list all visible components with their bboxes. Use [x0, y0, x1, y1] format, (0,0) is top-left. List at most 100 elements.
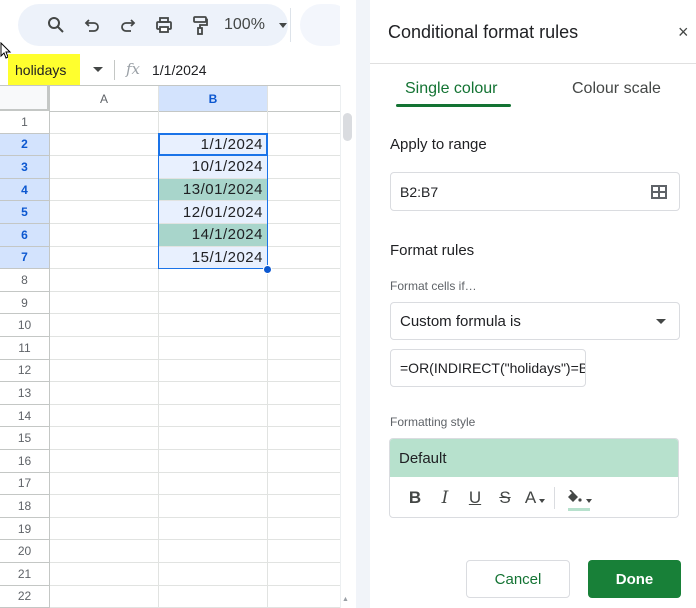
bold-button[interactable]: B: [400, 483, 430, 513]
row-header[interactable]: 2: [0, 133, 50, 157]
row-header[interactable]: 14: [0, 404, 50, 428]
cell-b[interactable]: [159, 450, 268, 473]
row-header[interactable]: 19: [0, 517, 50, 541]
column-header-c[interactable]: [268, 86, 340, 112]
cell-a[interactable]: [50, 133, 159, 157]
undo-button[interactable]: [74, 9, 110, 41]
cell-b[interactable]: [159, 291, 268, 315]
cell-c[interactable]: [268, 382, 340, 405]
cell-b[interactable]: [159, 517, 268, 541]
style-preset-select[interactable]: Default: [390, 439, 678, 477]
cell-c[interactable]: [268, 405, 340, 428]
cell-a[interactable]: [50, 201, 159, 224]
cell-a[interactable]: [50, 314, 159, 337]
cell-a[interactable]: [50, 224, 159, 247]
row-header[interactable]: 7: [0, 246, 50, 270]
cell-c[interactable]: [268, 269, 340, 292]
zoom-select[interactable]: 100%: [224, 16, 287, 34]
row-header[interactable]: 13: [0, 382, 50, 405]
cell-a[interactable]: [50, 404, 159, 428]
row-header[interactable]: 18: [0, 495, 50, 518]
cell-b[interactable]: [159, 404, 268, 428]
strikethrough-button[interactable]: S: [490, 483, 520, 513]
cell-c[interactable]: [268, 473, 340, 496]
row-header[interactable]: 16: [0, 450, 50, 473]
cell-c[interactable]: [268, 314, 340, 337]
cell-c[interactable]: [268, 134, 340, 157]
range-input[interactable]: B2:B7: [390, 172, 680, 211]
print-button[interactable]: [146, 9, 182, 41]
row-header[interactable]: 5: [0, 201, 50, 224]
cell-b[interactable]: 13/01/2024: [159, 178, 268, 202]
row-header[interactable]: 15: [0, 427, 50, 450]
cell-a[interactable]: [50, 269, 159, 292]
name-box[interactable]: holidays: [8, 54, 80, 86]
row-header[interactable]: 22: [0, 585, 50, 608]
condition-select[interactable]: Custom formula is: [390, 302, 680, 340]
row-header[interactable]: 21: [0, 563, 50, 586]
cell-b[interactable]: [159, 382, 268, 405]
cell-a[interactable]: [50, 178, 159, 202]
row-header[interactable]: 1: [0, 111, 50, 134]
name-box-dropdown-icon[interactable]: [93, 67, 103, 72]
select-all-corner[interactable]: [0, 86, 50, 112]
underline-button[interactable]: U: [460, 483, 490, 513]
column-header-b[interactable]: B: [159, 86, 268, 112]
cell-b[interactable]: [159, 359, 268, 383]
cell-c[interactable]: [268, 495, 340, 518]
cell-b[interactable]: [159, 269, 268, 292]
cell-c[interactable]: [268, 224, 340, 247]
cancel-button[interactable]: Cancel: [466, 560, 570, 598]
cell-a[interactable]: [50, 111, 159, 134]
cell-a[interactable]: [50, 472, 159, 496]
scroll-up-arrow-icon[interactable]: ▲: [342, 596, 349, 603]
cell-b[interactable]: [159, 540, 268, 563]
cell-a[interactable]: [50, 359, 159, 383]
vertical-scrollbar[interactable]: [340, 85, 356, 608]
row-header[interactable]: 12: [0, 359, 50, 383]
row-header[interactable]: 4: [0, 178, 50, 202]
cell-c[interactable]: [268, 586, 340, 608]
text-color-button[interactable]: A: [520, 483, 550, 513]
cell-b[interactable]: 14/1/2024: [159, 224, 268, 247]
cell-c[interactable]: [268, 450, 340, 473]
cell-b[interactable]: [159, 111, 268, 134]
row-header[interactable]: 9: [0, 291, 50, 315]
close-icon[interactable]: ×: [678, 22, 689, 43]
cell-a[interactable]: [50, 540, 159, 563]
cell-b[interactable]: [159, 563, 268, 586]
cell-b[interactable]: 10/1/2024: [159, 156, 268, 179]
italic-button[interactable]: I: [430, 483, 460, 513]
cell-b[interactable]: 15/1/2024: [159, 246, 268, 270]
row-header[interactable]: 8: [0, 269, 50, 292]
tab-colour-scale[interactable]: Colour scale: [572, 80, 661, 98]
cell-b[interactable]: [159, 427, 268, 450]
cell-b[interactable]: [159, 472, 268, 496]
cell-c[interactable]: [268, 201, 340, 224]
cell-a[interactable]: [50, 246, 159, 270]
paint-format-button[interactable]: [182, 9, 218, 41]
cell-a[interactable]: [50, 337, 159, 360]
cell-c[interactable]: [268, 111, 340, 134]
cell-a[interactable]: [50, 156, 159, 179]
row-header[interactable]: 11: [0, 337, 50, 360]
fill-color-button[interactable]: [563, 483, 593, 513]
fill-handle[interactable]: [263, 265, 272, 274]
row-header[interactable]: 6: [0, 224, 50, 247]
column-header-a[interactable]: A: [50, 86, 159, 112]
cell-c[interactable]: [268, 360, 340, 383]
row-header[interactable]: 17: [0, 472, 50, 496]
cell-c[interactable]: [268, 247, 340, 270]
redo-button[interactable]: [110, 9, 146, 41]
cell-a[interactable]: [50, 563, 159, 586]
formula-input[interactable]: 1/1/2024: [152, 62, 207, 78]
cell-c[interactable]: [268, 518, 340, 541]
cell-a[interactable]: [50, 427, 159, 450]
tab-single-colour[interactable]: Single colour: [405, 80, 498, 98]
cell-a[interactable]: [50, 495, 159, 518]
cell-b[interactable]: [159, 314, 268, 337]
row-header[interactable]: 10: [0, 314, 50, 337]
cell-b[interactable]: 1/1/2024: [159, 133, 268, 157]
cell-a[interactable]: [50, 382, 159, 405]
select-range-grid-icon[interactable]: [651, 185, 667, 199]
